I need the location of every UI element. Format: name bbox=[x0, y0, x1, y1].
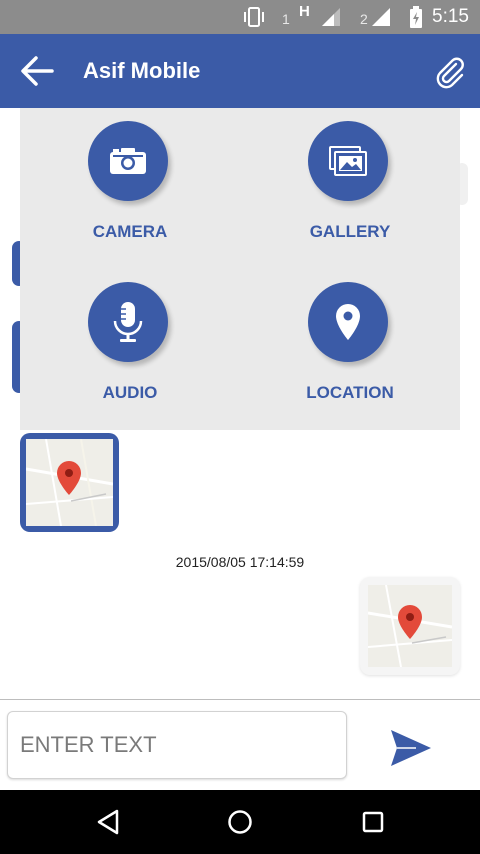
clock-label: 5:15 bbox=[432, 6, 469, 27]
arrow-left-icon bbox=[21, 56, 54, 86]
vibrate-icon bbox=[242, 0, 266, 34]
network-type-label: H bbox=[299, 2, 310, 20]
signal-icon bbox=[320, 0, 342, 34]
nav-home-button[interactable] bbox=[220, 804, 260, 840]
location-option[interactable]: LOCATION bbox=[240, 269, 460, 430]
location-label: LOCATION bbox=[306, 383, 394, 402]
microphone-icon bbox=[113, 302, 143, 342]
nav-back-button[interactable] bbox=[88, 804, 128, 840]
audio-button-circle bbox=[88, 282, 168, 362]
message-timestamp: 2015/08/05 17:14:59 bbox=[175, 554, 305, 570]
chat-title: Asif Mobile bbox=[83, 58, 201, 83]
attachment-menu: CAMERA GALLERY AUDIO LOCATION bbox=[20, 108, 460, 430]
circle-home-icon bbox=[228, 810, 252, 834]
sim1-label: 1 bbox=[282, 11, 290, 27]
audio-option[interactable]: AUDIO bbox=[20, 269, 240, 430]
sim2-label: 2 bbox=[360, 11, 368, 27]
camera-icon bbox=[110, 148, 146, 174]
app-bar: Asif Mobile bbox=[0, 34, 480, 108]
send-icon bbox=[391, 730, 431, 766]
gallery-option[interactable]: GALLERY bbox=[240, 108, 460, 269]
status-bar: 1 H 2 5:15 bbox=[0, 0, 480, 34]
send-button[interactable] bbox=[388, 726, 434, 770]
camera-label: CAMERA bbox=[92, 222, 168, 241]
camera-button-circle bbox=[88, 121, 168, 201]
location-button-circle bbox=[308, 282, 388, 362]
message-input[interactable] bbox=[7, 711, 347, 779]
battery-charging-icon bbox=[408, 0, 424, 34]
attach-button[interactable] bbox=[432, 54, 468, 90]
gallery-icon bbox=[329, 146, 367, 176]
map-thumbnail bbox=[368, 585, 452, 667]
system-nav-bar bbox=[0, 790, 480, 854]
gallery-button-circle bbox=[308, 121, 388, 201]
map-thumbnail bbox=[26, 439, 113, 526]
location-message[interactable] bbox=[20, 433, 119, 532]
gallery-label: GALLERY bbox=[309, 222, 391, 241]
audio-label: AUDIO bbox=[102, 383, 158, 402]
camera-option[interactable]: CAMERA bbox=[20, 108, 240, 269]
paperclip-icon bbox=[436, 57, 464, 89]
back-button[interactable] bbox=[18, 54, 56, 88]
triangle-back-icon bbox=[97, 809, 119, 835]
location-message[interactable] bbox=[360, 577, 460, 675]
composer-divider bbox=[0, 699, 480, 700]
square-recents-icon bbox=[362, 811, 384, 833]
location-pin-icon bbox=[336, 304, 360, 340]
signal-icon bbox=[370, 0, 392, 34]
nav-recents-button[interactable] bbox=[353, 804, 393, 840]
